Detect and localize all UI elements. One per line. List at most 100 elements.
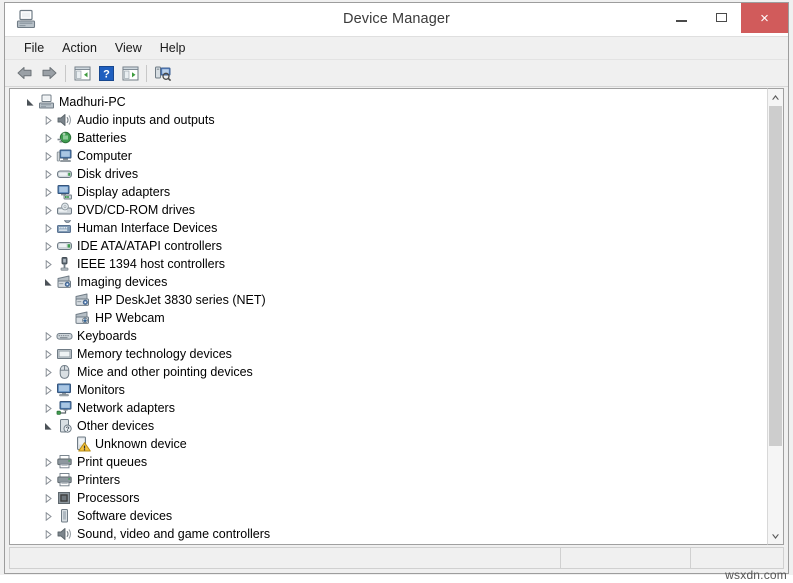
scan-for-hardware-changes-button[interactable] [151, 62, 175, 84]
expand-triangle-icon[interactable] [40, 201, 56, 219]
tree-item[interactable]: Audio inputs and outputs [10, 111, 767, 129]
tree-item[interactable]: Storage controllers [10, 543, 767, 544]
expand-triangle-icon[interactable] [40, 399, 56, 417]
scrollbar-thumb[interactable] [769, 106, 782, 446]
tree-item[interactable]: HP Webcam [10, 309, 767, 327]
toolbar-separator-2 [146, 64, 147, 82]
scrollbar-track[interactable] [769, 446, 782, 527]
expand-triangle-icon[interactable] [40, 327, 56, 345]
expand-triangle-icon[interactable] [40, 453, 56, 471]
tree-item-label: Disk drives [77, 167, 139, 181]
tree-item-label: Madhuri-PC [59, 95, 126, 109]
expand-triangle-icon[interactable] [40, 165, 56, 183]
forward-button[interactable] [37, 62, 61, 84]
minimize-button[interactable] [661, 3, 701, 32]
maximize-button[interactable] [701, 3, 741, 32]
tree-item[interactable]: Print queues [10, 453, 767, 471]
expand-triangle-icon[interactable] [40, 345, 56, 363]
help-button[interactable]: ? [94, 62, 118, 84]
ide-controller-icon [56, 238, 73, 254]
tree-vertical-scrollbar[interactable] [767, 88, 784, 545]
expand-triangle-icon[interactable] [40, 129, 56, 147]
expand-triangle-icon[interactable] [40, 363, 56, 381]
tree-item[interactable]: Software devices [10, 507, 767, 525]
tree-item[interactable]: HP DeskJet 3830 series (NET) [10, 291, 767, 309]
dvd-drive-icon [56, 202, 73, 218]
hid-icon [56, 220, 73, 236]
menu-file[interactable]: File [15, 39, 53, 58]
tree-item[interactable]: Network adapters [10, 399, 767, 417]
menu-help[interactable]: Help [151, 39, 195, 58]
expand-triangle-icon[interactable] [40, 111, 56, 129]
tree-item[interactable]: Keyboards [10, 327, 767, 345]
expand-triangle-icon[interactable] [40, 381, 56, 399]
tree-item[interactable]: Memory technology devices [10, 345, 767, 363]
scroll-down-arrow-icon[interactable] [768, 528, 783, 544]
back-button[interactable] [13, 62, 37, 84]
tree-item[interactable]: Computer [10, 147, 767, 165]
tree-item-label: DVD/CD-ROM drives [77, 203, 196, 217]
device-manager-screen: Device Manager × File Action View Help ?… [0, 0, 793, 583]
battery-icon [56, 130, 73, 146]
tree-item[interactable]: Madhuri-PC [10, 93, 767, 111]
tree-item[interactable]: Processors [10, 489, 767, 507]
tree-item-label: Processors [77, 491, 140, 505]
collapse-triangle-icon[interactable] [40, 273, 56, 291]
tree-item[interactable]: Mice and other pointing devices [10, 363, 767, 381]
computer-root-icon [38, 94, 55, 110]
tree-item[interactable]: Batteries [10, 129, 767, 147]
tree-item-label: Human Interface Devices [77, 221, 218, 235]
tree-item[interactable]: Display adapters [10, 183, 767, 201]
expand-triangle-icon[interactable] [40, 543, 56, 544]
expand-triangle-icon[interactable] [40, 489, 56, 507]
toolbar: ? [5, 60, 788, 87]
expand-triangle-icon[interactable] [40, 507, 56, 525]
speaker-icon [56, 112, 73, 128]
menu-bar: File Action View Help [5, 37, 788, 60]
tree-item-label: Other devices [77, 419, 155, 433]
computer-icon [56, 148, 73, 164]
menu-view[interactable]: View [106, 39, 151, 58]
menu-action[interactable]: Action [53, 39, 106, 58]
device-tree-panel[interactable]: Madhuri-PC Audio inputs and outputs Batter… [9, 88, 767, 545]
status-pane-tertiary [691, 548, 783, 568]
tree-item[interactable]: ? Other devices [10, 417, 767, 435]
properties-button[interactable] [118, 62, 142, 84]
tree-item[interactable]: Monitors [10, 381, 767, 399]
expand-triangle-icon[interactable] [40, 525, 56, 543]
expand-triangle-icon[interactable] [40, 237, 56, 255]
memory-device-icon [56, 346, 73, 362]
webcam-icon [74, 310, 91, 326]
tree-item-label: Network adapters [77, 401, 175, 415]
show-hide-console-tree-button[interactable] [70, 62, 94, 84]
tree-item-label: Computer [77, 149, 132, 163]
unknown-device-warning-icon [74, 436, 91, 452]
status-pane-main [10, 548, 561, 568]
tree-item[interactable]: DVD/CD-ROM drives [10, 201, 767, 219]
expand-triangle-icon[interactable] [40, 219, 56, 237]
tree-item[interactable]: Disk drives [10, 165, 767, 183]
close-button[interactable]: × [741, 3, 788, 33]
print-queue-icon [56, 454, 73, 470]
collapse-triangle-icon[interactable] [22, 93, 38, 111]
expand-triangle-icon[interactable] [40, 255, 56, 273]
tree-item[interactable]: Unknown device [10, 435, 767, 453]
tree-item[interactable]: Sound, video and game controllers [10, 525, 767, 543]
tree-item[interactable]: Printers [10, 471, 767, 489]
tree-item[interactable]: Human Interface Devices [10, 219, 767, 237]
expand-triangle-icon[interactable] [40, 183, 56, 201]
collapse-triangle-icon[interactable] [40, 417, 56, 435]
status-pane-secondary [561, 548, 691, 568]
content-area: Madhuri-PC Audio inputs and outputs Batter… [5, 87, 788, 545]
software-device-icon [56, 508, 73, 524]
expand-triangle-icon[interactable] [40, 147, 56, 165]
tree-item[interactable]: IDE ATA/ATAPI controllers [10, 237, 767, 255]
expand-triangle-icon[interactable] [40, 471, 56, 489]
tree-item[interactable]: IEEE 1394 host controllers [10, 255, 767, 273]
scroll-up-arrow-icon[interactable] [768, 89, 783, 105]
tree-item[interactable]: Imaging devices [10, 273, 767, 291]
disk-drive-icon [56, 166, 73, 182]
device-manager-window: Device Manager × File Action View Help ?… [4, 2, 789, 574]
